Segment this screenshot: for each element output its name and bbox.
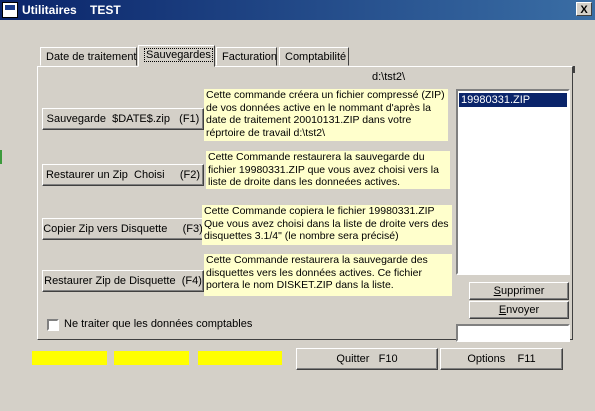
list-item[interactable]: 19980331.ZIP [459, 93, 567, 107]
window-title: Utilitaires TEST [22, 3, 121, 17]
tab-sauvegardes[interactable]: Sauvegardes [138, 45, 215, 67]
save-zip-description: Cette commande créera un fichier compres… [204, 89, 448, 141]
quit-button[interactable]: Quitter F10 [296, 348, 438, 370]
copy-zip-description: Cette Commande copiera le fichier 199803… [202, 205, 452, 245]
tab-label: Date de traitement [46, 51, 137, 63]
restore-zip-from-disk-button[interactable]: Restaurer Zip de Disquette (F4) [42, 270, 204, 292]
status-indicator-1 [32, 351, 107, 365]
tab-label: Comptabilité [285, 51, 347, 63]
copy-zip-to-disk-button[interactable]: Copier Zip vers Disquette (F3) [42, 218, 204, 240]
status-indicator-3 [198, 351, 282, 365]
tab-facturation[interactable]: Facturation [216, 47, 277, 66]
working-directory-label: d:\tst2\ [372, 71, 406, 83]
status-indicator-2 [114, 351, 189, 365]
file-name-field[interactable] [456, 324, 570, 342]
left-edge-marker [0, 150, 2, 164]
tab-date-de-traitement[interactable]: Date de traitement [40, 47, 137, 66]
close-button[interactable]: X [576, 2, 592, 16]
restore-from-disk-description: Cette Commande restaurera la sauvegarde … [204, 254, 452, 296]
accounting-only-checkbox[interactable] [47, 319, 59, 331]
options-button[interactable]: Options F11 [440, 348, 563, 370]
title-bar: Utilitaires TEST X [0, 0, 595, 20]
accounting-only-label: Ne traiter que les données comptables [64, 318, 253, 330]
tab-label: Facturation [222, 51, 278, 63]
send-button[interactable]: Envoyer [469, 301, 569, 319]
delete-button[interactable]: Supprimer [469, 282, 569, 300]
restore-zip-description: Cette Commande restaurera la sauvegarde … [206, 151, 450, 189]
tab-comptabilite[interactable]: Comptabilité [279, 47, 349, 66]
zip-file-list[interactable]: 19980331.ZIP [456, 89, 570, 275]
save-zip-button[interactable]: Sauvegarde $DATE$.zip (F1) [42, 108, 204, 130]
app-icon [2, 2, 18, 18]
tab-label: Sauvegardes [144, 48, 213, 62]
restore-zip-button[interactable]: Restaurer un Zip Choisi (F2) [42, 164, 204, 186]
